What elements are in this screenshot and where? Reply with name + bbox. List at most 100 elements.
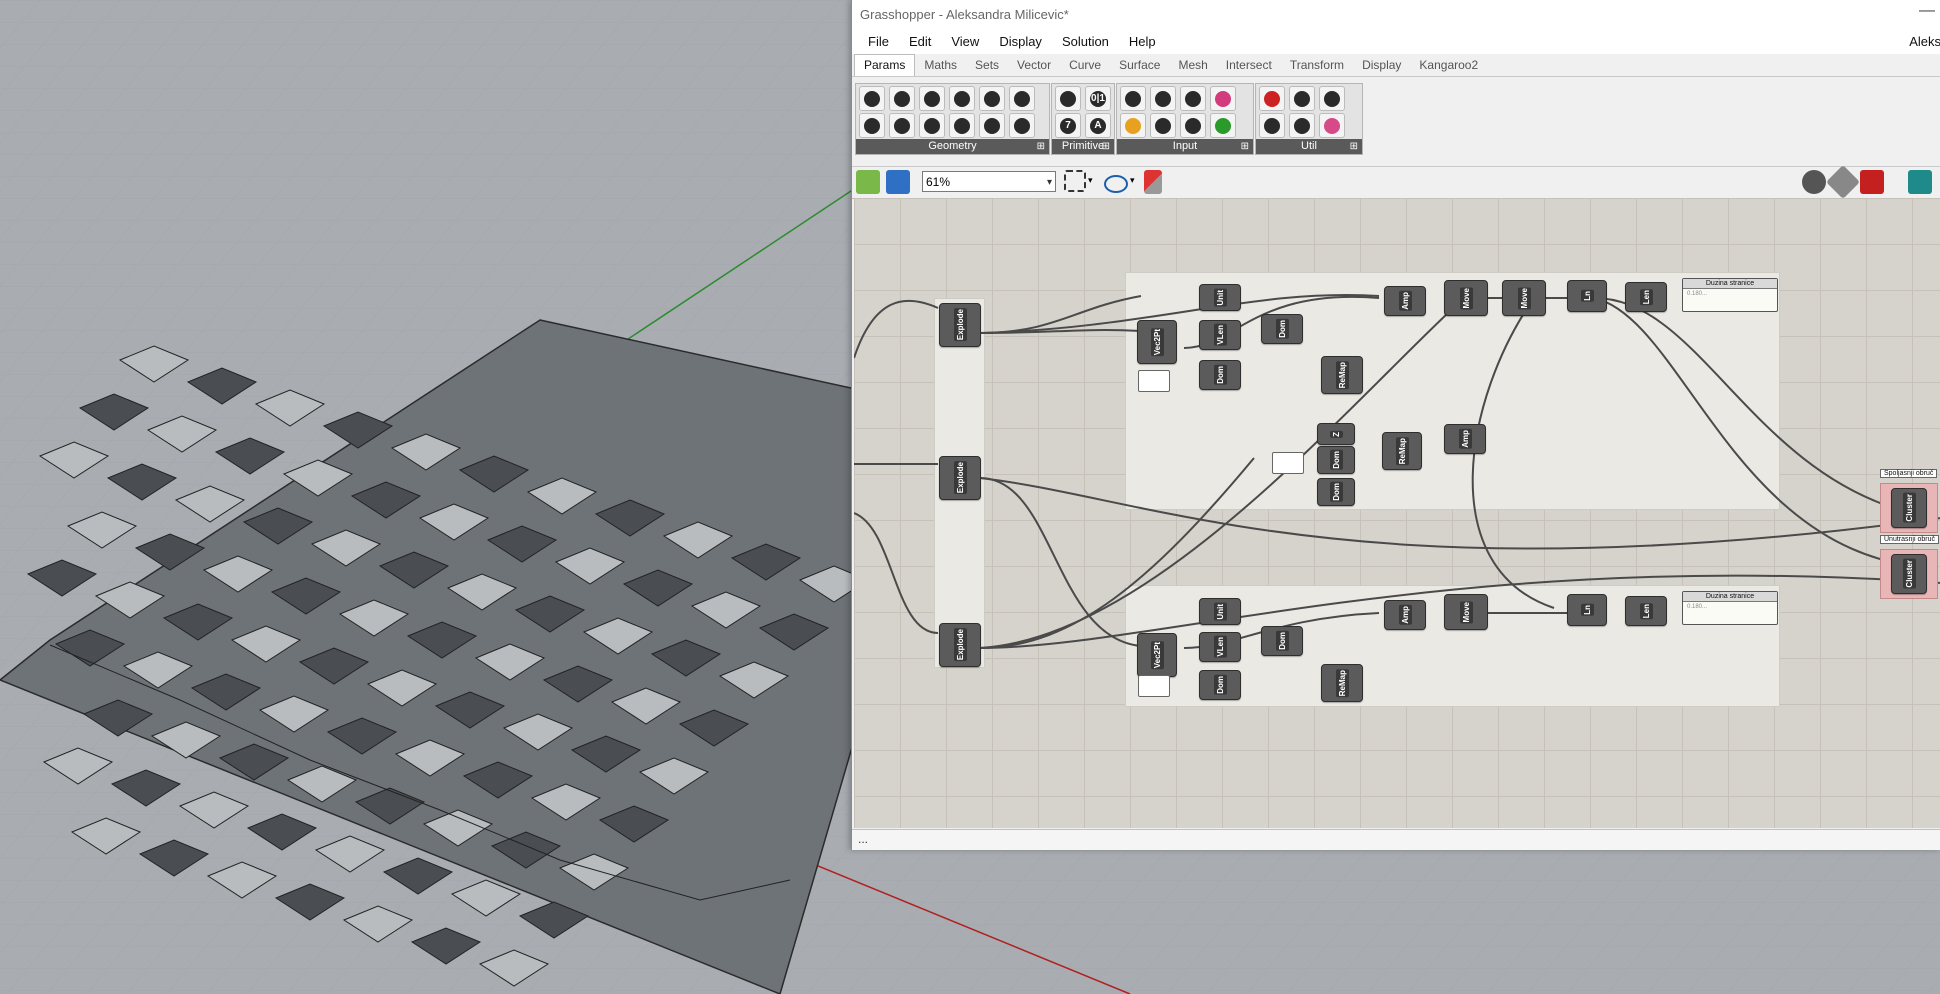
dom-component[interactable]: Dom <box>1261 314 1303 344</box>
tab-params[interactable]: Params <box>854 54 916 76</box>
cluster-component[interactable]: Cluster <box>1891 488 1927 528</box>
point-icon[interactable] <box>859 113 885 138</box>
transform-icon[interactable] <box>1009 113 1035 138</box>
dom-component[interactable]: Dom <box>1199 360 1241 390</box>
menu-file[interactable]: File <box>858 34 899 49</box>
menu-solution[interactable]: Solution <box>1052 34 1119 49</box>
list-icon[interactable] <box>1180 113 1206 138</box>
vec2pt-component[interactable]: Vec2Pt <box>1137 320 1177 364</box>
length-panel[interactable]: Duzina stranice 0.180... <box>1682 591 1778 625</box>
line-component[interactable]: Ln <box>1567 280 1607 312</box>
field-icon[interactable] <box>1009 86 1035 111</box>
explode-component[interactable]: Explode <box>939 456 981 500</box>
explode-component[interactable]: Explode <box>939 303 981 347</box>
tab-maths[interactable]: Maths <box>915 55 966 76</box>
relay-icon[interactable] <box>1289 86 1315 111</box>
amp-component[interactable]: Amp <box>1384 600 1426 630</box>
box-icon[interactable] <box>979 113 1005 138</box>
geometry-icon[interactable] <box>859 86 885 111</box>
flask-icon[interactable] <box>1319 113 1345 138</box>
vlen-component[interactable]: VLen <box>1199 632 1241 662</box>
tab-surface[interactable]: Surface <box>1110 55 1169 76</box>
inner-ring-group[interactable]: Cluster <box>1880 549 1938 599</box>
number-slider[interactable] <box>1272 452 1304 474</box>
expand-icon[interactable]: ⊞ <box>1241 139 1249 154</box>
number-icon[interactable]: 7 <box>1055 113 1081 138</box>
length-component[interactable]: Len <box>1625 282 1667 312</box>
plane-icon[interactable] <box>949 113 975 138</box>
amp-component[interactable]: Amp <box>1444 424 1486 454</box>
arrow-icon[interactable] <box>1289 113 1315 138</box>
number-slider[interactable] <box>1138 675 1170 697</box>
tab-kangaroo2[interactable]: Kangaroo2 <box>1410 55 1487 76</box>
slider-icon[interactable] <box>1180 86 1206 111</box>
minimize-button[interactable]: — <box>1919 2 1935 20</box>
zoom-dropdown[interactable]: 61% ▾ <box>922 171 1056 192</box>
tab-transform[interactable]: Transform <box>1281 55 1353 76</box>
remap-component[interactable]: ReMap <box>1321 664 1363 702</box>
tab-sets[interactable]: Sets <box>966 55 1008 76</box>
number-slider[interactable] <box>1138 370 1170 392</box>
import-icon[interactable] <box>1120 86 1146 111</box>
tree-icon[interactable] <box>1259 113 1285 138</box>
z-component[interactable]: Z <box>1317 423 1355 445</box>
geometry-panel-label[interactable]: Geometry ⊞ <box>856 139 1049 154</box>
save-file-icon[interactable] <box>886 170 910 194</box>
menu-help[interactable]: Help <box>1119 34 1166 49</box>
expand-icon[interactable]: ⊞ <box>1037 139 1045 154</box>
menu-display[interactable]: Display <box>989 34 1052 49</box>
gh-canvas[interactable]: Explode Explode Explode Vec2Pt Unit VLen… <box>854 198 1940 828</box>
dom-component[interactable]: Dom <box>1317 446 1355 474</box>
button-icon[interactable] <box>1150 113 1176 138</box>
brep-icon[interactable] <box>919 113 945 138</box>
move-component[interactable]: Move <box>1502 280 1546 316</box>
panel-icon[interactable] <box>1150 86 1176 111</box>
zoom-extents-icon[interactable] <box>1064 170 1086 192</box>
line-component[interactable]: Ln <box>1567 594 1607 626</box>
menu-view[interactable]: View <box>941 34 989 49</box>
expand-icon[interactable] <box>1319 86 1345 111</box>
dom-component[interactable]: Dom <box>1199 670 1241 700</box>
swatch-icon[interactable] <box>1210 86 1236 111</box>
tab-curve[interactable]: Curve <box>1060 55 1110 76</box>
toggle-icon[interactable]: 0|1 <box>1085 86 1111 111</box>
sketch-icon[interactable] <box>1144 170 1162 194</box>
expand-icon[interactable]: ⊞ <box>1350 139 1358 154</box>
cherry-icon[interactable] <box>1259 86 1285 111</box>
dom-component[interactable]: Dom <box>1261 626 1303 656</box>
preview-selected-icon[interactable] <box>1860 170 1884 194</box>
matrix-icon[interactable] <box>1210 113 1236 138</box>
outer-ring-group[interactable]: Cluster <box>1880 483 1938 533</box>
chevron-down-icon[interactable]: ▾ <box>1088 175 1093 186</box>
preview-wire-icon[interactable] <box>1826 165 1860 199</box>
dom-component[interactable]: Dom <box>1317 478 1355 506</box>
preview-shaded-icon[interactable] <box>1802 170 1826 194</box>
tab-mesh[interactable]: Mesh <box>1169 55 1216 76</box>
primitive-panel-label[interactable]: Primitive ⊞ <box>1052 139 1114 154</box>
vec2pt-component[interactable]: Vec2Pt <box>1137 633 1177 677</box>
chevron-down-icon[interactable]: ▾ <box>1130 175 1135 186</box>
input-panel-label[interactable]: Input ⊞ <box>1117 139 1253 154</box>
pencil-icon[interactable] <box>1055 86 1081 111</box>
teal-tool-icon[interactable] <box>1908 170 1932 194</box>
explode-component[interactable]: Explode <box>939 623 981 667</box>
unit-component[interactable]: Unit <box>1199 284 1241 311</box>
util-panel-label[interactable]: Util ⊞ <box>1256 139 1362 154</box>
expand-icon[interactable]: ⊞ <box>1102 139 1110 154</box>
length-component[interactable]: Len <box>1625 596 1667 626</box>
mesh-icon[interactable] <box>979 86 1005 111</box>
remap-component[interactable]: ReMap <box>1321 356 1363 394</box>
tab-intersect[interactable]: Intersect <box>1217 55 1281 76</box>
tab-vector[interactable]: Vector <box>1008 55 1060 76</box>
move-component[interactable]: Move <box>1444 280 1488 316</box>
surface-icon[interactable] <box>949 86 975 111</box>
amp-component[interactable]: Amp <box>1384 286 1426 316</box>
open-file-icon[interactable] <box>856 170 880 194</box>
menu-edit[interactable]: Edit <box>899 34 941 49</box>
line-icon[interactable] <box>889 113 915 138</box>
cluster-component[interactable]: Cluster <box>1891 554 1927 594</box>
unit-component[interactable]: Unit <box>1199 598 1241 625</box>
vlen-component[interactable]: VLen <box>1199 320 1241 350</box>
tab-display[interactable]: Display <box>1353 55 1410 76</box>
circle-icon[interactable] <box>889 86 915 111</box>
